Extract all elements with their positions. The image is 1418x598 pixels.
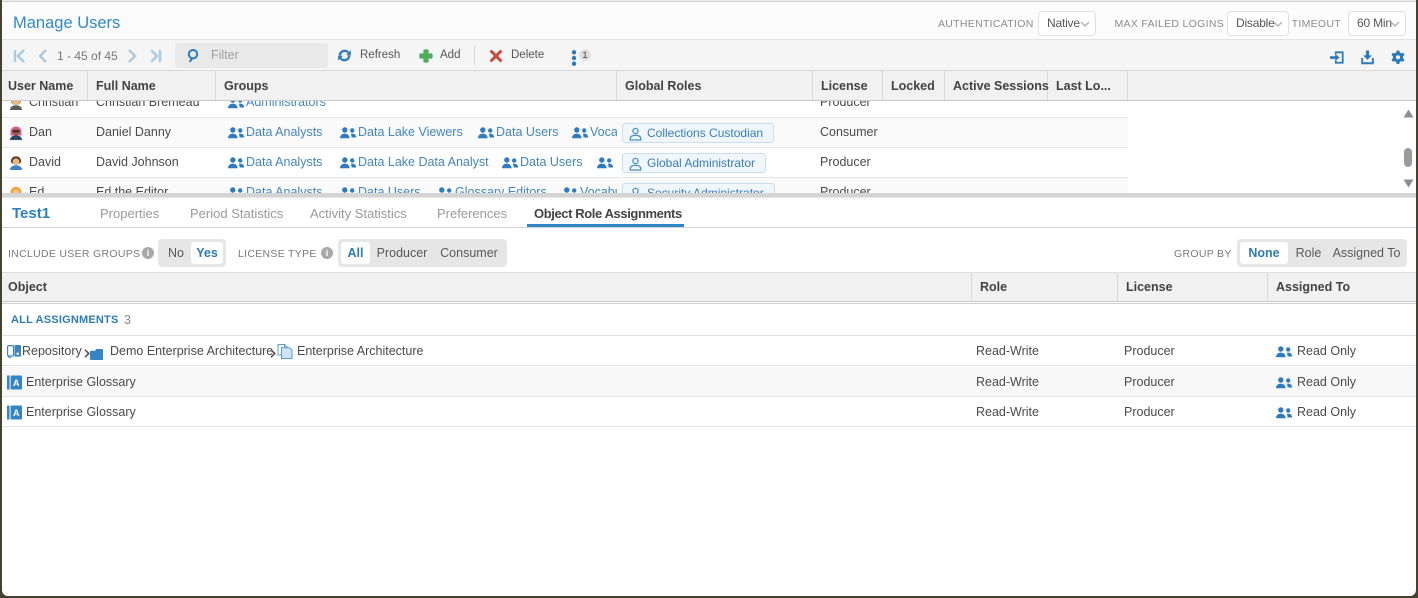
- svg-text:A: A: [13, 408, 20, 418]
- svg-text:A: A: [13, 378, 20, 388]
